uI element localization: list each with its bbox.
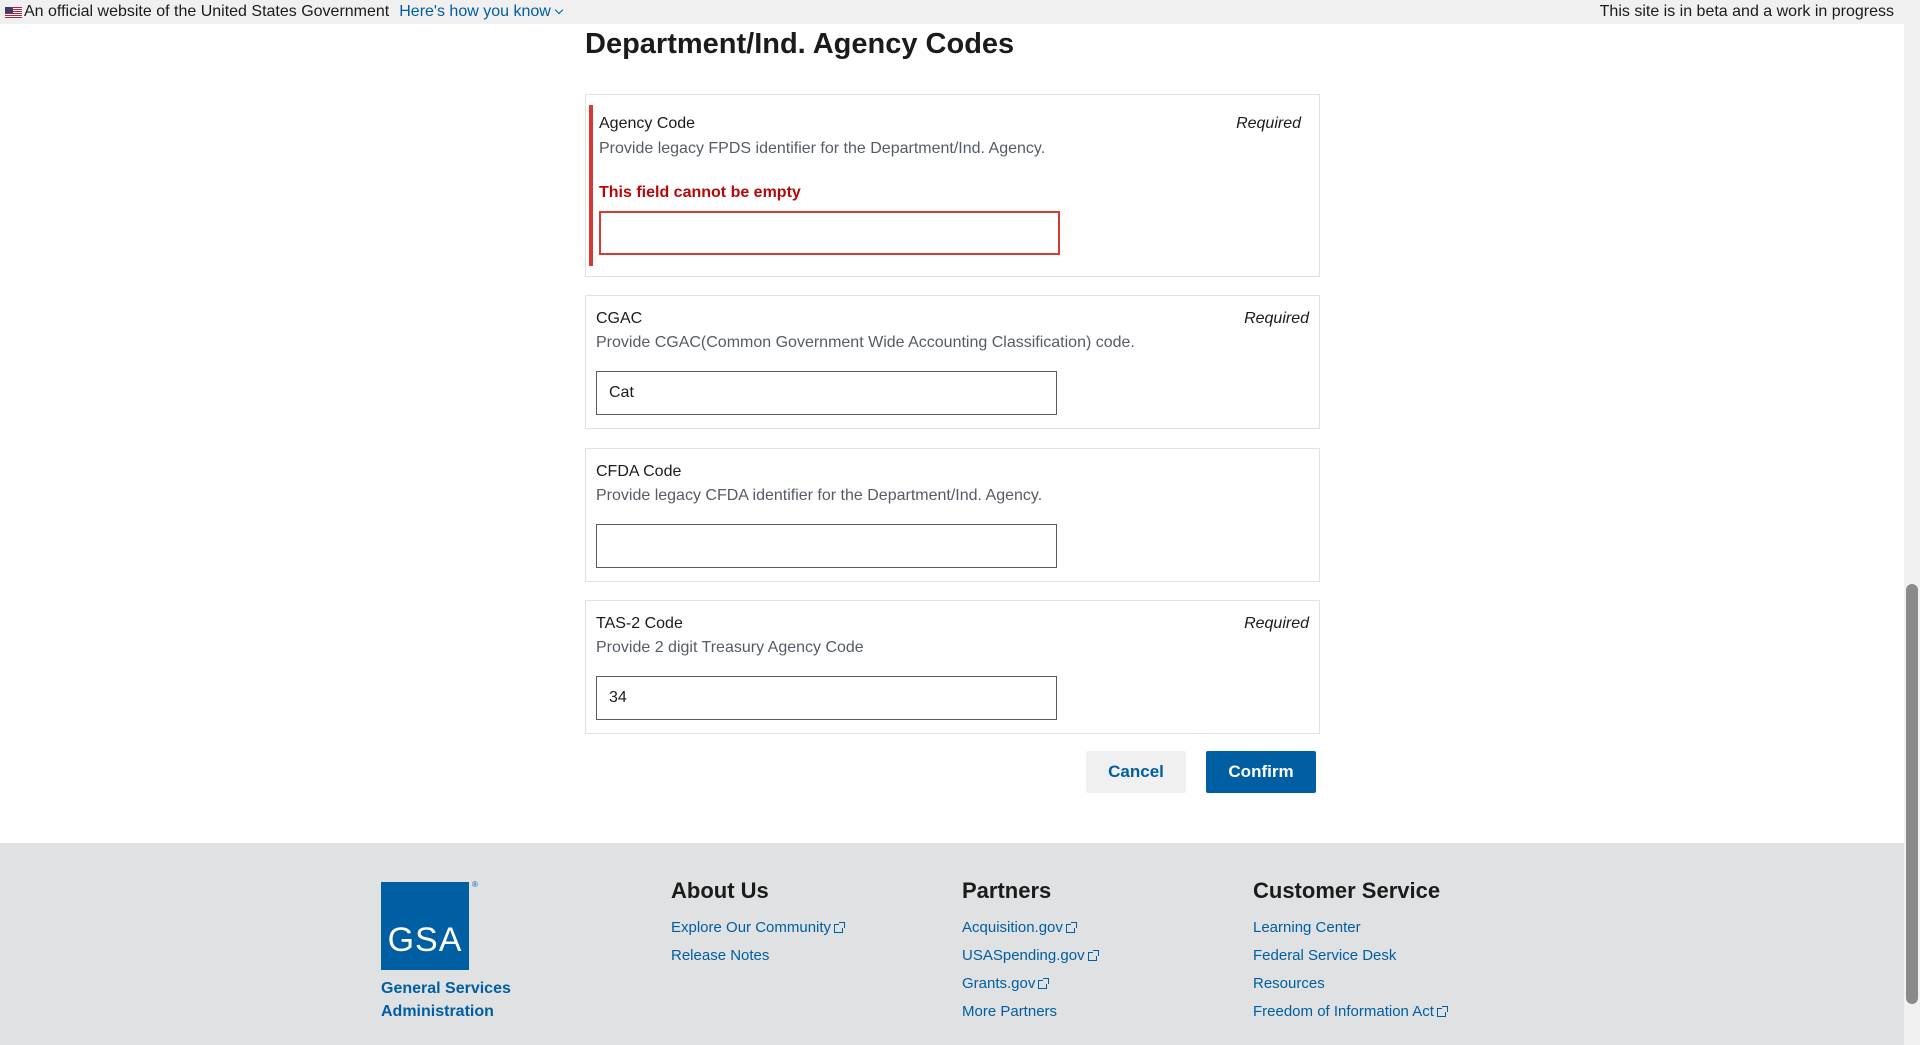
beta-notice: This site is in beta and a work in progr… <box>1599 3 1894 20</box>
cfda-code-label: CFDA Code <box>596 463 682 480</box>
cfda-code-hint: Provide legacy CFDA identifier for the D… <box>596 487 1043 504</box>
cgac-hint: Provide CGAC(Common Government Wide Acco… <box>596 334 1135 351</box>
required-tag: Required <box>1236 115 1301 132</box>
external-link-icon <box>1436 1005 1448 1017</box>
tas2-code-label: TAS-2 Code <box>596 615 683 632</box>
registered-mark: ® <box>472 880 478 889</box>
footer-link-grants[interactable]: Grants.gov <box>962 970 1097 998</box>
footer-heading-partners: Partners <box>962 878 1052 903</box>
agency-code-error: This field cannot be empty <box>599 184 801 201</box>
footer-heading-about: About Us <box>671 878 769 903</box>
cgac-input[interactable] <box>596 371 1057 415</box>
footer-link-explore-community[interactable]: Explore Our Community <box>671 914 846 942</box>
cancel-button[interactable]: Cancel <box>1086 751 1186 793</box>
footer-link-label: Explore Our Community <box>671 919 832 936</box>
site-footer <box>0 843 1904 1045</box>
footer-link-label: Freedom of Information Act <box>1253 1003 1434 1020</box>
footer-heading-customer-service: Customer Service <box>1253 878 1441 903</box>
footer-link-more-partners[interactable]: More Partners <box>962 998 1097 1026</box>
tas2-code-input[interactable] <box>596 676 1057 720</box>
scrollbar-thumb[interactable] <box>1906 584 1918 1004</box>
footer-about-us: About Us Explore Our Community Release N… <box>671 878 846 970</box>
footer-link-learning-center[interactable]: Learning Center <box>1253 914 1446 942</box>
agency-code-label: Agency Code <box>599 115 696 132</box>
footer-link-federal-service-desk[interactable]: Federal Service Desk <box>1253 942 1446 970</box>
agency-code-card: Agency Code Required Provide legacy FPDS… <box>585 94 1320 277</box>
footer-customer-service: Customer Service Learning Center Federal… <box>1253 878 1448 1026</box>
cfda-code-input[interactable] <box>596 524 1057 568</box>
external-link-icon <box>1087 949 1099 961</box>
external-link-icon <box>834 921 846 933</box>
required-tag: Required <box>1244 615 1309 632</box>
chevron-down-icon <box>554 5 564 15</box>
footer-link-label: Resources <box>1253 975 1325 992</box>
gsa-logo[interactable]: GSA <box>381 882 469 970</box>
footer-link-label: Learning Center <box>1253 919 1361 936</box>
gsa-org-name: General Services Administration <box>381 977 511 1023</box>
required-tag: Required <box>1244 310 1309 327</box>
how-you-know-link[interactable]: Here's how you know <box>399 3 564 21</box>
external-link-icon <box>1038 977 1050 989</box>
agency-code-hint: Provide legacy FPDS identifier for the D… <box>599 140 1046 157</box>
footer-link-resources[interactable]: Resources <box>1253 970 1446 998</box>
tas2-code-hint: Provide 2 digit Treasury Agency Code <box>596 639 864 656</box>
page-scrollbar[interactable] <box>1904 0 1920 1045</box>
official-site-text: An official website of the United States… <box>24 3 390 20</box>
gsa-org-name-line1: General Services <box>381 980 511 997</box>
agency-code-input[interactable] <box>599 211 1060 255</box>
page-title: Department/Ind. Agency Codes <box>585 28 1015 60</box>
footer-link-acquisition[interactable]: Acquisition.gov <box>962 914 1097 942</box>
confirm-button[interactable]: Confirm <box>1206 751 1316 793</box>
tas2-code-card: TAS-2 Code Required Provide 2 digit Trea… <box>585 600 1320 734</box>
footer-link-label: USASpending.gov <box>962 947 1085 964</box>
footer-link-label: Federal Service Desk <box>1253 947 1397 964</box>
error-indicator-bar <box>589 105 593 266</box>
us-flag-icon <box>5 6 22 18</box>
footer-link-label: Acquisition.gov <box>962 919 1063 936</box>
external-link-icon <box>1065 921 1077 933</box>
footer-link-label: Grants.gov <box>962 975 1036 992</box>
gsa-org-name-line2: Administration <box>381 1003 494 1020</box>
gov-banner: An official website of the United States… <box>0 0 1904 24</box>
cgac-label: CGAC <box>596 310 643 327</box>
footer-partners: Partners Acquisition.gov USASpending.gov… <box>962 878 1099 1026</box>
footer-link-label: More Partners <box>962 1003 1058 1020</box>
how-you-know-label: Here's how you know <box>399 3 551 20</box>
footer-link-foia[interactable]: Freedom of Information Act <box>1253 998 1448 1026</box>
cfda-code-card: CFDA Code Provide legacy CFDA identifier… <box>585 448 1320 582</box>
footer-link-label: Release Notes <box>671 947 770 964</box>
footer-link-usaspending[interactable]: USASpending.gov <box>962 942 1099 970</box>
footer-link-release-notes[interactable]: Release Notes <box>671 942 843 970</box>
cgac-card: CGAC Required Provide CGAC(Common Govern… <box>585 295 1320 429</box>
